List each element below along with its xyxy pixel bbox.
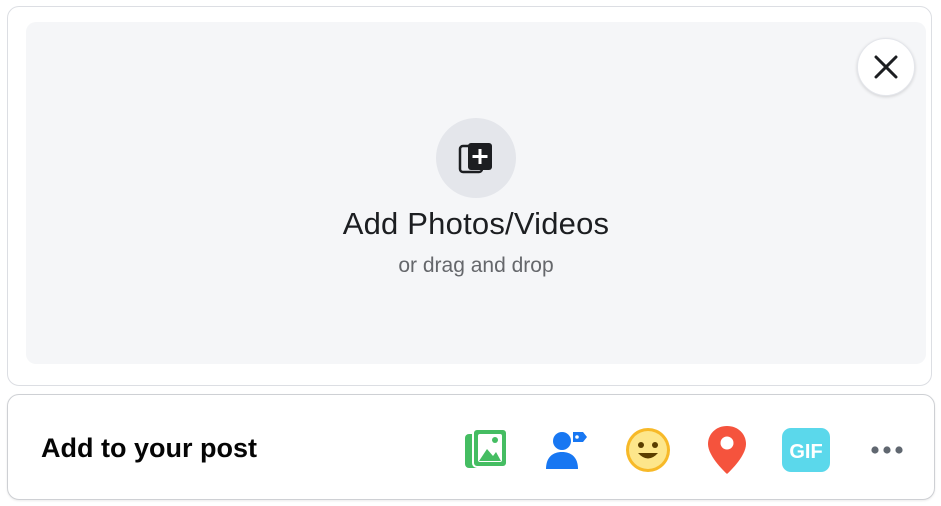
gif-icon: GIF <box>782 428 830 472</box>
photo-video-button[interactable] <box>459 423 513 477</box>
photo-icon <box>465 428 508 468</box>
tag-people-icon <box>546 432 587 469</box>
upload-title: Add Photos/Videos <box>342 206 610 241</box>
upload-icon-button[interactable] <box>436 118 516 198</box>
more-button[interactable] <box>860 423 914 477</box>
add-photos-icon <box>458 143 492 174</box>
check-in-button[interactable] <box>700 423 754 477</box>
gif-label: GIF <box>789 441 822 463</box>
close-button[interactable] <box>857 38 915 96</box>
gif-button[interactable]: GIF <box>779 423 833 477</box>
location-pin-icon <box>708 426 746 474</box>
smiley-icon <box>626 428 670 472</box>
upload-subtitle: or drag and drop <box>398 254 554 277</box>
close-icon <box>874 55 898 79</box>
upload-dropzone[interactable]: Add Photos/Videos or drag and drop <box>26 22 926 364</box>
feeling-activity-button[interactable] <box>621 423 675 477</box>
add-to-post-label: Add to your post <box>41 433 257 463</box>
tag-people-button[interactable] <box>539 423 593 477</box>
add-to-post-bar: Add to your post GIF <box>7 394 935 500</box>
more-icon <box>871 446 903 454</box>
